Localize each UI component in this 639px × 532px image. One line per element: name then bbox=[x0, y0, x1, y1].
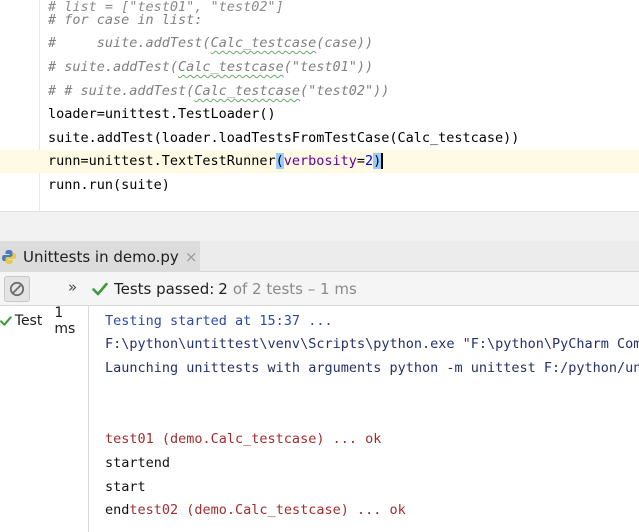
run-toolbar: » Tests passed: 2 of 2 tests – 1 ms bbox=[0, 272, 639, 306]
code-line-8[interactable]: runn.run(suite) bbox=[48, 174, 170, 197]
spellcheck-underline: Calc_testcase bbox=[178, 59, 284, 75]
spellcheck-underline: Calc_testcase bbox=[194, 83, 300, 99]
python-run-config-icon bbox=[2, 249, 16, 264]
tab-unittests-demo[interactable]: Unittests in demo.py × bbox=[0, 241, 200, 272]
spellcheck-underline: Calc_testcase bbox=[210, 35, 317, 51]
test-results-tree: Test 1 ms bbox=[0, 305, 89, 532]
console-test02-result: test02 (demo.Calc_testcase) ... ok bbox=[129, 502, 406, 518]
console-line-2: F:\python\untittest\venv\Scripts\python.… bbox=[105, 336, 639, 352]
test-status-summary: Tests passed: 2 of 2 tests – 1 ms bbox=[92, 272, 357, 306]
console-line-3: Launching unittests with arguments pytho… bbox=[105, 360, 639, 376]
tree-item-test[interactable]: Test 1 ms bbox=[0, 305, 88, 337]
matched-paren-open: ( bbox=[275, 153, 284, 169]
editor-gutter-divider bbox=[39, 0, 40, 211]
code-token-equals: = bbox=[356, 153, 366, 169]
tab-title: Unittests in demo.py bbox=[23, 247, 179, 266]
stop-button[interactable] bbox=[4, 276, 30, 302]
console-text-end: end bbox=[105, 502, 130, 518]
code-line-6[interactable]: suite.addTest(loader.loadTestsFromTestCa… bbox=[48, 127, 519, 150]
console-line-5: startend bbox=[105, 455, 171, 471]
text-caret bbox=[381, 153, 384, 169]
code-line-3[interactable]: # suite.addTest(Calc_testcase("test01")) bbox=[48, 56, 373, 79]
console-line-1: Testing started at 15:37 ... bbox=[105, 313, 333, 329]
status-passed-count: 2 bbox=[218, 280, 228, 298]
close-tab-icon[interactable]: × bbox=[185, 248, 198, 266]
tree-item-label: Test bbox=[14, 313, 43, 329]
code-line-4[interactable]: # # suite.addTest(Calc_testcase("test02"… bbox=[48, 80, 389, 103]
code-editor[interactable]: # list = ["test01", "test02"] # for case… bbox=[0, 0, 639, 211]
matched-paren-close: ) bbox=[373, 153, 382, 169]
code-token-number: 2 bbox=[365, 153, 374, 169]
passed-check-icon bbox=[0, 316, 12, 326]
code-line-5[interactable]: loader=unittest.TestLoader() bbox=[48, 103, 276, 126]
code-line-1[interactable]: # for case in list: bbox=[48, 9, 202, 32]
code-token-call: runn=unittest.TextTestRunner bbox=[48, 153, 276, 169]
code-line-current[interactable]: runn=unittest.TextTestRunner(verbosity=2… bbox=[0, 150, 639, 173]
console-line-7: endtest02 (demo.Calc_testcase) ... ok bbox=[105, 499, 406, 522]
code-line-2[interactable]: # suite.addTest(Calc_testcase(case)) bbox=[48, 32, 373, 55]
console-output[interactable]: Testing started at 15:37 ... F:\python\u… bbox=[89, 306, 639, 532]
stop-icon bbox=[9, 281, 25, 297]
console-line-4: test01 (demo.Calc_testcase) ... ok bbox=[105, 431, 382, 447]
status-total-time: of 2 tests – 1 ms bbox=[232, 280, 357, 298]
run-tool-window-header: Unittests in demo.py × bbox=[0, 241, 639, 272]
status-passed-label: Tests passed: bbox=[114, 280, 215, 298]
check-icon bbox=[92, 282, 108, 296]
more-actions-chevron-icon[interactable]: » bbox=[68, 278, 77, 296]
console-line-6: start bbox=[105, 479, 146, 495]
tree-item-time: 1 ms bbox=[54, 305, 76, 337]
code-token-param: verbosity bbox=[283, 153, 357, 169]
panel-splitter[interactable] bbox=[0, 211, 639, 241]
